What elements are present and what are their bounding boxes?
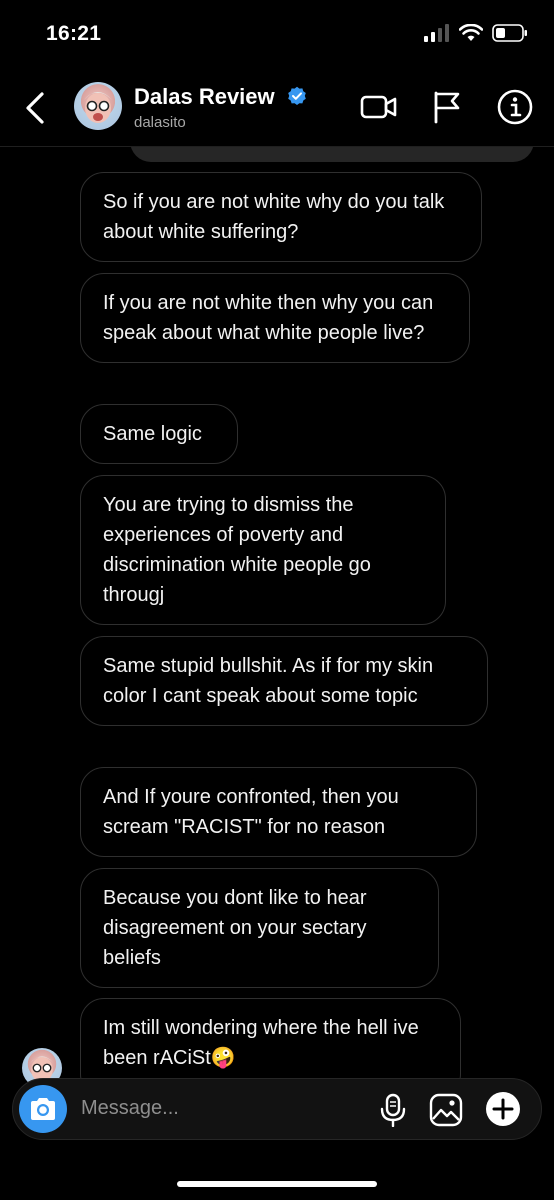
message-bubble[interactable]: Same logic [80,404,238,464]
message-text: If you are not white then why you can sp… [103,292,434,344]
message-bubble[interactable]: Because you dont like to hear disagreeme… [80,868,439,988]
info-icon[interactable] [496,88,534,126]
message-bubble[interactable]: You are trying to dismiss the experience… [80,475,446,625]
message-input[interactable]: Message... [81,1097,179,1120]
contact-username: dalasito [134,114,186,131]
message-text: You are trying to dismiss the experience… [103,494,371,606]
avatar-face-icon [84,92,112,123]
contact-name-label: Dalas Review [134,84,275,109]
wifi-icon [459,24,483,41]
home-indicator[interactable] [177,1181,377,1187]
message-composer[interactable]: Message... [12,1078,542,1140]
flag-icon[interactable] [430,88,464,126]
message-text: And If youre confronted, then you scream… [103,786,399,838]
message-text: Same logic [103,423,202,445]
add-icon[interactable] [485,1091,521,1127]
status-time: 16:21 [46,22,102,45]
message-bubble[interactable]: If you are not white then why you can sp… [80,273,470,363]
status-bar: 16:21 [0,0,554,68]
avatar[interactable] [74,82,122,130]
contact-name[interactable]: Dalas Review [134,84,307,110]
video-call-icon[interactable] [360,88,398,126]
signal-icon [424,24,449,42]
chat-header: Dalas Review dalasito [0,68,554,147]
message-text: Im still wondering where the hell ive be… [103,1017,419,1069]
microphone-icon[interactable] [379,1093,407,1127]
message-bubble[interactable]: Same stupid bullshit. As if for my skin … [80,636,488,726]
message-text: So if you are not white why do you talk … [103,191,445,243]
camera-button[interactable] [19,1085,67,1133]
back-chevron-icon[interactable] [18,88,54,128]
gallery-icon[interactable] [429,1093,463,1127]
message-text: Because you dont like to hear disagreeme… [103,887,367,969]
status-icons [424,24,528,42]
message-text: Same stupid bullshit. As if for my skin … [103,655,434,707]
message-bubble[interactable]: And If youre confronted, then you scream… [80,767,477,857]
verified-badge-icon [287,86,306,105]
battery-icon [492,24,527,42]
camera-icon [31,1098,55,1120]
message-bubble[interactable]: So if you are not white why do you talk … [80,172,482,262]
